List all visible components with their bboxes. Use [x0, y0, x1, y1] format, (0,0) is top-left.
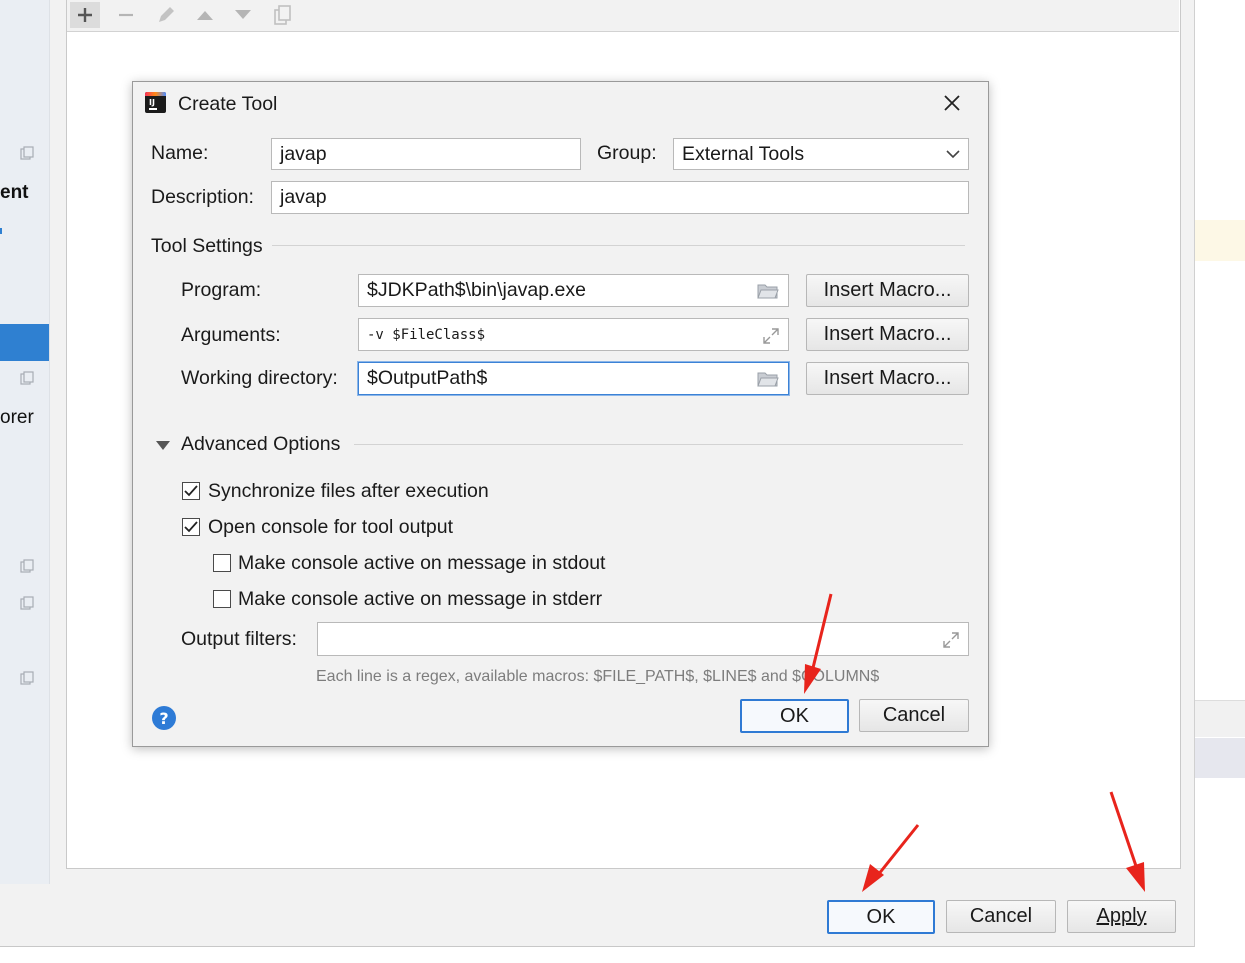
insert-macro-button[interactable]: Insert Macro...	[806, 362, 969, 395]
description-field[interactable]: javap	[271, 181, 969, 214]
program-value: $JDKPath$\bin\javap.exe	[367, 279, 586, 301]
settings-apply-button[interactable]: Apply	[1067, 900, 1176, 933]
edit-icon[interactable]	[151, 2, 181, 28]
name-field[interactable]: javap	[271, 138, 581, 170]
stderr-label[interactable]: Make console active on message in stderr	[238, 588, 602, 611]
working-directory-value: $OutputPath$	[367, 367, 488, 389]
sidebar-marker	[0, 228, 2, 234]
cancel-button[interactable]: Cancel	[859, 699, 969, 732]
group-select-value: External Tools	[682, 142, 805, 165]
copy-icon	[20, 146, 34, 160]
output-filters-field[interactable]	[317, 622, 969, 656]
settings-ok-button[interactable]: OK	[827, 900, 935, 934]
expand-icon[interactable]	[762, 327, 780, 345]
stderr-checkbox[interactable]	[213, 590, 231, 608]
arguments-value: -v $FileClass$	[367, 326, 486, 343]
ok-button[interactable]: OK	[740, 699, 849, 733]
intellij-icon: IJ	[145, 92, 166, 113]
sync-files-checkbox[interactable]	[182, 482, 200, 500]
move-up-icon[interactable]	[190, 2, 220, 28]
settings-sidebar	[0, 0, 50, 884]
copy-icon	[20, 559, 34, 573]
stdout-label[interactable]: Make console active on message in stdout	[238, 552, 605, 575]
program-label: Program:	[181, 279, 262, 301]
stdout-checkbox[interactable]	[213, 554, 231, 572]
section-divider	[354, 444, 963, 445]
add-icon[interactable]	[70, 2, 100, 28]
checkmark-icon	[184, 485, 198, 497]
output-filters-hint: Each line is a regex, available macros: …	[316, 668, 880, 685]
sidebar-label: orer	[0, 407, 34, 428]
settings-cancel-button[interactable]: Cancel	[946, 900, 1056, 933]
remove-icon[interactable]	[111, 2, 141, 28]
arguments-field[interactable]: -v $FileClass$	[358, 318, 789, 351]
open-console-checkbox[interactable]	[182, 518, 200, 536]
copy-icon	[20, 596, 34, 610]
help-icon[interactable]: ?	[152, 706, 176, 730]
close-icon[interactable]	[939, 90, 965, 116]
row	[1195, 700, 1245, 737]
working-directory-field[interactable]: $OutputPath$	[358, 362, 789, 395]
sidebar-label: ent	[0, 182, 29, 203]
checkmark-icon	[184, 521, 198, 533]
tool-settings-title: Tool Settings	[151, 235, 263, 257]
sidebar-selected-item[interactable]	[0, 324, 49, 361]
row	[1195, 738, 1245, 778]
folder-icon[interactable]	[757, 371, 779, 387]
sync-files-label[interactable]: Synchronize files after execution	[208, 480, 489, 503]
group-select[interactable]: External Tools	[673, 138, 969, 170]
working-directory-label: Working directory:	[181, 367, 338, 389]
group-label: Group:	[597, 142, 657, 164]
open-console-label[interactable]: Open console for tool output	[208, 516, 453, 539]
highlighted-row	[1195, 220, 1245, 261]
insert-macro-button[interactable]: Insert Macro...	[806, 318, 969, 351]
move-down-icon[interactable]	[228, 2, 258, 28]
advanced-options-title[interactable]: Advanced Options	[181, 433, 340, 456]
copy-icon	[20, 671, 34, 685]
dialog-title: Create Tool	[178, 93, 278, 115]
folder-icon[interactable]	[757, 283, 779, 299]
copy-icon[interactable]	[268, 2, 298, 28]
name-label: Name:	[151, 142, 209, 164]
output-filters-label: Output filters:	[181, 628, 297, 650]
expand-icon[interactable]	[942, 631, 960, 649]
collapse-triangle-icon[interactable]	[155, 439, 171, 451]
insert-macro-button[interactable]: Insert Macro...	[806, 274, 969, 307]
chevron-down-icon	[946, 150, 960, 159]
section-divider	[272, 245, 965, 246]
arguments-label: Arguments:	[181, 324, 281, 346]
copy-icon	[20, 371, 34, 385]
description-label: Description:	[151, 186, 254, 208]
program-field[interactable]: $JDKPath$\bin\javap.exe	[358, 274, 789, 307]
